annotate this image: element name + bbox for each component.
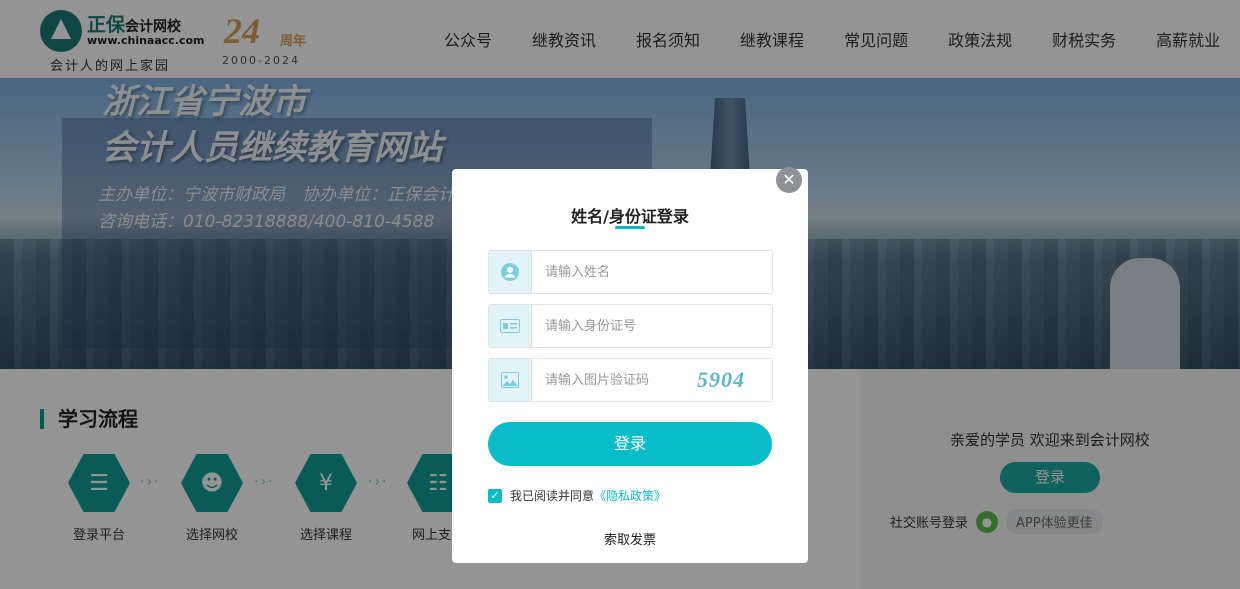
invoice-link[interactable]: 索取发票 <box>452 529 808 548</box>
captcha-image[interactable]: 5904 <box>697 367 745 393</box>
id-field <box>488 304 773 348</box>
name-input[interactable] <box>533 251 763 293</box>
agree-text: 我已阅读并同意 <box>510 489 595 503</box>
login-button[interactable]: 登录 <box>488 422 772 466</box>
image-icon <box>489 359 532 401</box>
privacy-agreement: ✓ 我已阅读并同意 《隐私政策》 <box>488 487 666 504</box>
privacy-policy-link[interactable]: 《隐私政策》 <box>594 487 666 504</box>
title-underline <box>615 226 645 229</box>
login-modal: ✕ 姓名/身份证登录 5904 登录 ✓ 我已阅读并同意 《隐私政策》 索取发票 <box>452 167 808 563</box>
modal-title: 姓名/身份证登录 <box>571 207 689 226</box>
user-icon <box>489 251 532 293</box>
close-icon[interactable]: ✕ <box>776 167 802 193</box>
name-field <box>488 250 773 294</box>
id-card-icon <box>489 305 532 347</box>
captcha-field: 5904 <box>488 358 773 402</box>
id-number-input[interactable] <box>533 305 763 347</box>
agree-checkbox[interactable]: ✓ <box>488 488 502 503</box>
